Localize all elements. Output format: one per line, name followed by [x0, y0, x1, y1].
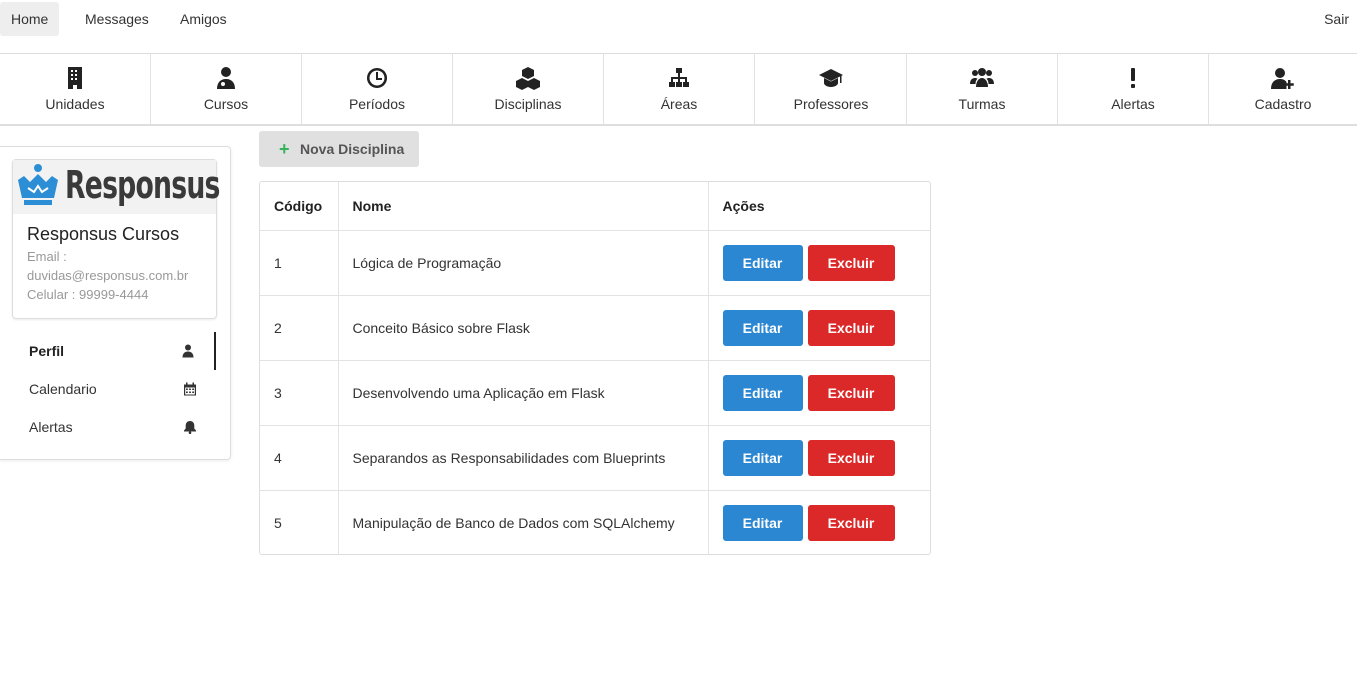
- calendar-icon: [184, 382, 196, 396]
- menu-item-label: Períodos: [348, 96, 406, 112]
- sidemenu-label: Alertas: [29, 419, 73, 435]
- logo: Responsus: [13, 160, 220, 214]
- building-icon: [68, 67, 82, 89]
- logo-text: Responsus: [65, 163, 220, 207]
- user-icon: [182, 344, 194, 358]
- icon-menu: Unidades Cursos Períodos Disciplinas Áre…: [0, 54, 1357, 126]
- sidemenu-label: Perfil: [29, 343, 65, 359]
- table-row: 4 Separandos as Responsabilidades com Bl…: [260, 424, 930, 490]
- delete-button[interactable]: Excluir: [807, 439, 895, 476]
- cell-actions: Editar Excluir: [708, 489, 930, 555]
- sidemenu-label: Calendario: [29, 381, 97, 397]
- disciplines-table: Código Nome Ações 1 Lógica de Programaçã…: [259, 181, 931, 555]
- edit-button[interactable]: Editar: [722, 374, 803, 411]
- cell-actions: Editar Excluir: [708, 359, 930, 425]
- sidemenu-item-calendario[interactable]: Calendario: [0, 370, 216, 408]
- sidemenu-item-alertas[interactable]: Alertas: [0, 408, 216, 446]
- header-nome: Nome: [338, 182, 709, 230]
- users-icon: [970, 68, 994, 87]
- table-row: 3 Desenvolvendo uma Aplicação em Flask E…: [260, 359, 930, 425]
- menu-item-label: Unidades: [45, 96, 105, 112]
- sidemenu-item-perfil[interactable]: Perfil: [0, 332, 216, 370]
- sidebar: Responsus Responsus Cursos Email : duvid…: [0, 146, 231, 460]
- cell-code: 4: [260, 424, 339, 490]
- profile-email: duvidas@responsus.com.br: [27, 268, 189, 283]
- cell-name: Manipulação de Banco de Dados com SQLAlc…: [338, 489, 709, 555]
- cell-name: Separandos as Responsabilidades com Blue…: [338, 424, 709, 490]
- new-discipline-label: Nova Disciplina: [300, 141, 405, 157]
- table-row: 1 Lógica de Programação Editar Excluir: [260, 229, 930, 295]
- menu-item-label: Cadastro: [1254, 96, 1312, 112]
- bell-icon: [184, 421, 196, 434]
- cell-name: Desenvolvendo uma Aplicação em Flask: [338, 359, 709, 425]
- exclamation-icon: [1131, 68, 1135, 88]
- profile-card: Responsus Responsus Cursos Email : duvid…: [12, 159, 220, 319]
- table-header-row: Código Nome Ações: [260, 182, 930, 230]
- table-row: 2 Conceito Básico sobre Flask Editar Excl…: [260, 294, 930, 360]
- user-doctor-icon: [217, 67, 235, 89]
- new-discipline-button[interactable]: + Nova Disciplina: [259, 131, 419, 167]
- logout-link[interactable]: Sair: [1324, 2, 1349, 36]
- cell-actions: Editar Excluir: [708, 294, 930, 360]
- menu-item-label: Áreas: [660, 96, 698, 112]
- menu-item-professores[interactable]: Professores: [756, 54, 907, 124]
- user-plus-icon: [1271, 68, 1294, 89]
- cell-name: Lógica de Programação: [338, 229, 709, 295]
- profile-name: Responsus Cursos: [27, 224, 180, 244]
- edit-button[interactable]: Editar: [722, 309, 803, 346]
- top-nav: Home Messages Amigos Sair: [0, 0, 1357, 54]
- edit-button[interactable]: Editar: [722, 244, 803, 281]
- plus-icon: +: [279, 139, 290, 159]
- tab-messages[interactable]: Messages: [74, 2, 160, 36]
- menu-item-label: Disciplinas: [494, 96, 562, 112]
- cell-code: 2: [260, 294, 339, 360]
- profile-email-label: Email :: [27, 249, 67, 264]
- header-codigo: Código: [260, 182, 339, 230]
- tab-home[interactable]: Home: [0, 2, 60, 36]
- menu-item-turmas[interactable]: Turmas: [907, 54, 1058, 124]
- cubes-icon: [516, 67, 540, 90]
- menu-item-cadastro[interactable]: Cadastro: [1209, 54, 1357, 124]
- edit-button[interactable]: Editar: [722, 439, 803, 476]
- cell-name: Conceito Básico sobre Flask: [338, 294, 709, 360]
- crown-logo-icon: [18, 164, 58, 205]
- menu-item-periodos[interactable]: Períodos: [302, 54, 453, 124]
- clock-icon: [367, 68, 388, 88]
- delete-button[interactable]: Excluir: [807, 504, 895, 541]
- table-row: 5 Manipulação de Banco de Dados com SQLA…: [260, 489, 930, 555]
- tab-amigos[interactable]: Amigos: [169, 2, 238, 36]
- menu-item-disciplinas[interactable]: Disciplinas: [453, 54, 604, 124]
- delete-button[interactable]: Excluir: [807, 374, 895, 411]
- cell-code: 5: [260, 489, 339, 555]
- cell-code: 1: [260, 229, 339, 295]
- graduation-cap-icon: [819, 69, 843, 87]
- delete-button[interactable]: Excluir: [807, 244, 895, 281]
- edit-button[interactable]: Editar: [722, 504, 803, 541]
- menu-item-label: Professores: [793, 96, 869, 112]
- cell-actions: Editar Excluir: [708, 424, 930, 490]
- cell-actions: Editar Excluir: [708, 229, 930, 295]
- menu-item-label: Turmas: [958, 96, 1006, 112]
- menu-item-unidades[interactable]: Unidades: [0, 54, 151, 124]
- delete-button[interactable]: Excluir: [807, 309, 895, 346]
- profile-phone: Celular : 99999-4444: [27, 287, 149, 302]
- menu-item-areas[interactable]: Áreas: [604, 54, 755, 124]
- menu-item-label: Cursos: [203, 96, 249, 112]
- side-menu: Perfil Calendario Alertas: [0, 332, 216, 446]
- menu-item-cursos[interactable]: Cursos: [151, 54, 302, 124]
- cell-code: 3: [260, 359, 339, 425]
- menu-item-label: Alertas: [1111, 96, 1155, 112]
- menu-item-alertas[interactable]: Alertas: [1058, 54, 1209, 124]
- header-acoes: Ações: [722, 197, 765, 214]
- sitemap-icon: [669, 68, 689, 87]
